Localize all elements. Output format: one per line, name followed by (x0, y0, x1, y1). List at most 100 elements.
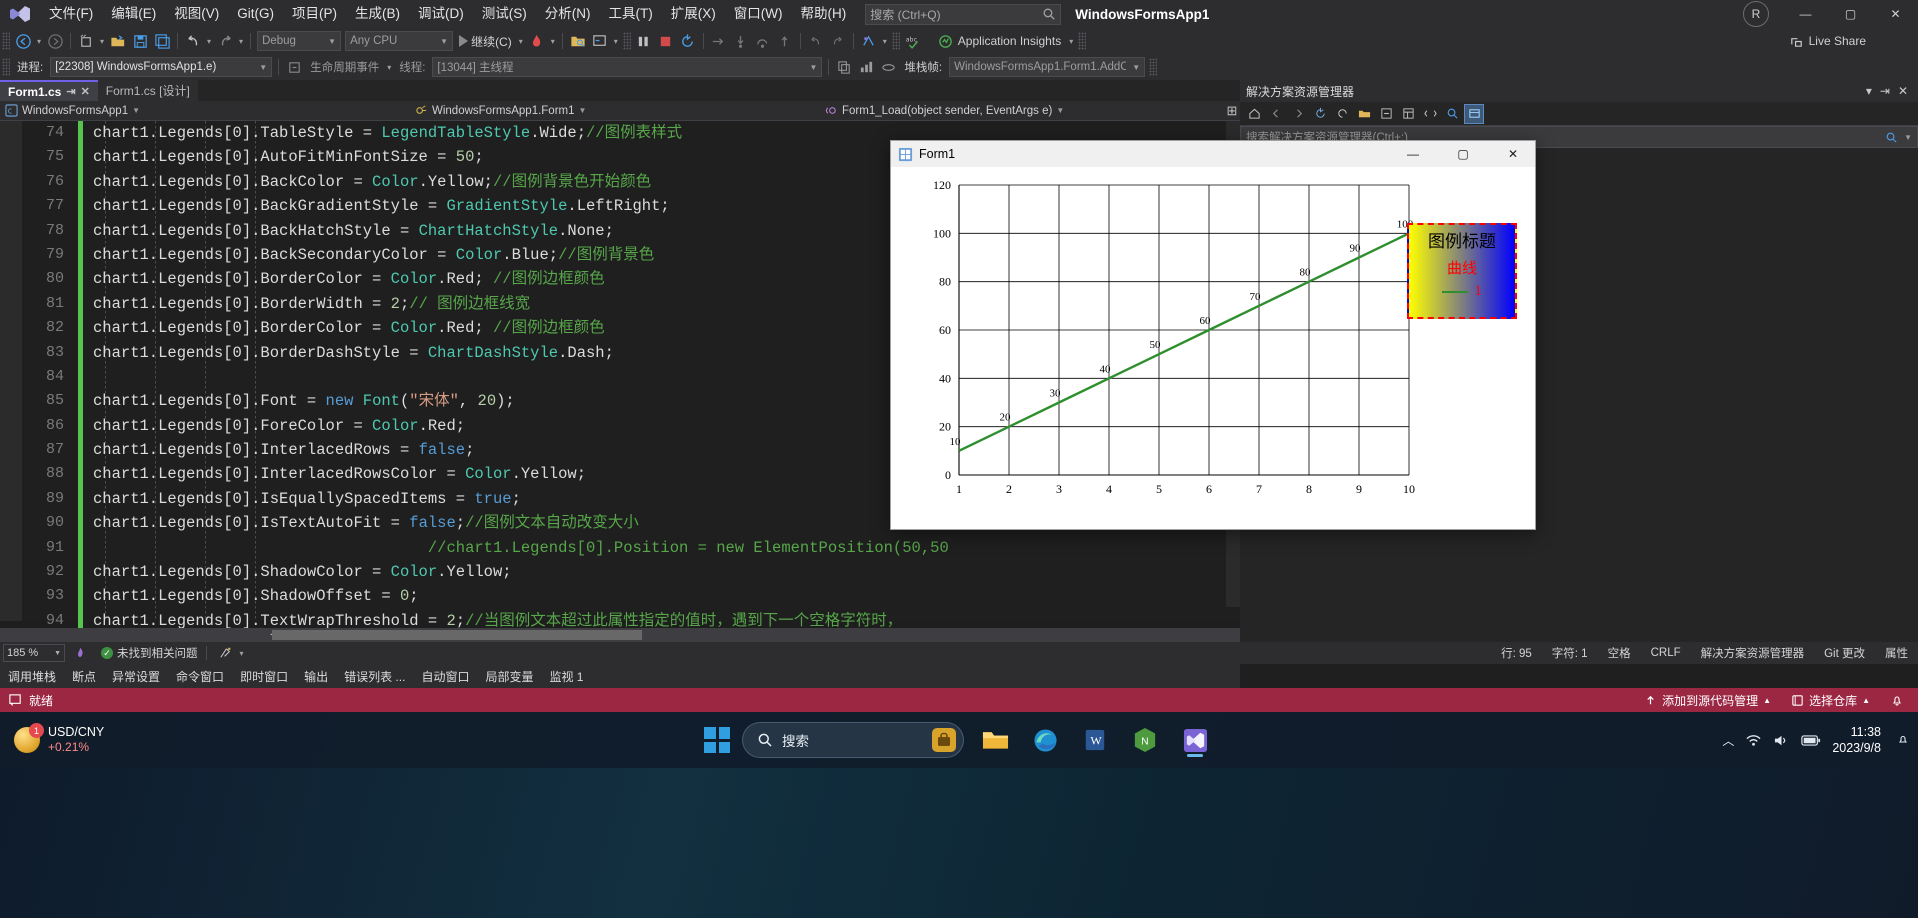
form1-maximize-button[interactable]: ▢ (1441, 141, 1485, 167)
continue-button[interactable]: 继续(C) (455, 30, 516, 52)
nav-member-dropdown[interactable]: Form1_Load(object sender, EventArgs e) ▼ (820, 101, 1224, 121)
toolbar-grip-2[interactable] (622, 32, 631, 50)
code-health-icon[interactable] (69, 642, 91, 664)
wifi-icon[interactable] (1745, 733, 1762, 748)
lifecycle-chevron-down-icon[interactable]: ▾ (384, 63, 394, 72)
menu-view[interactable]: 视图(V) (165, 1, 228, 27)
form1-close-button[interactable]: ✕ (1491, 141, 1535, 167)
start-button-icon[interactable] (704, 727, 730, 753)
hot-reload-dropdown-icon[interactable]: ▾ (548, 37, 558, 46)
solution-configuration-combo[interactable]: Debug ▼ (257, 31, 342, 51)
nav-project-dropdown[interactable]: C WindowsFormsApp1 ▼ (0, 101, 410, 121)
solution-explorer-close-icon[interactable]: ✕ (1894, 84, 1912, 98)
menu-analyze[interactable]: 分析(N) (536, 1, 600, 27)
back-dropdown-icon[interactable]: ▾ (34, 37, 44, 46)
redo-icon[interactable] (214, 30, 236, 52)
show-all-files-icon[interactable] (1354, 104, 1374, 124)
editor-horizontal-scrollbar[interactable]: ◀ (0, 628, 1240, 642)
select-repository-button[interactable]: 选择仓库 ▲ (1781, 692, 1880, 709)
menu-window[interactable]: 窗口(W) (725, 1, 792, 27)
se-bottom-tab-properties[interactable]: 属性 (1875, 645, 1918, 661)
toolbar-grip[interactable] (2, 32, 10, 50)
menu-project[interactable]: 项目(P) (283, 1, 346, 27)
code-line[interactable]: 91 //chart1.Legends[0].Position = new El… (0, 535, 1240, 561)
tool-tab-locals[interactable]: 局部变量 (477, 664, 541, 688)
tray-expand-icon[interactable]: ︿ (1722, 732, 1734, 749)
menu-git[interactable]: Git(G) (228, 1, 283, 27)
break-all-icon[interactable] (633, 30, 655, 52)
navigate-backward-icon[interactable] (12, 30, 34, 52)
menu-test[interactable]: 测试(S) (473, 1, 536, 27)
save-icon[interactable] (129, 30, 151, 52)
undo-dropdown-icon[interactable]: ▾ (204, 37, 214, 46)
code-metrics-icon[interactable] (858, 30, 880, 52)
solution-platform-combo[interactable]: Any CPU ▼ (345, 31, 454, 51)
nav-type-dropdown[interactable]: WindowsFormsApp1.Form1 ▼ (410, 101, 820, 121)
notifications-button[interactable] (1880, 693, 1914, 707)
global-search-input[interactable]: 搜索 (Ctrl+Q) (865, 3, 1062, 25)
forward-icon[interactable] (1288, 104, 1308, 124)
copy-frames-icon[interactable] (833, 56, 855, 78)
close-tab-icon[interactable]: ✕ (81, 85, 90, 98)
form1-window[interactable]: Form1 — ▢ ✕ 0 20 40 60 80 100 120 1 2 3 4 5 6 7 8 9 10 1… (890, 140, 1536, 530)
save-all-icon[interactable] (151, 30, 173, 52)
intellicode-icon[interactable] (215, 642, 237, 664)
tab-form1-cs[interactable]: Form1.cs ⇥ ✕ (0, 80, 98, 101)
search-solution-icon[interactable] (1442, 104, 1462, 124)
menu-help[interactable]: 帮助(H) (791, 1, 855, 27)
new-project-icon[interactable] (75, 30, 97, 52)
code-line[interactable]: 92 chart1.Legends[0].ShadowColor = Color.… (0, 560, 1240, 585)
refresh-icon[interactable] (1332, 104, 1352, 124)
tool-tab-breakpoints[interactable]: 断点 (64, 664, 104, 688)
tool-tab-call-stack[interactable]: 调用堆栈 (0, 664, 64, 688)
layout-window-icon[interactable] (589, 30, 611, 52)
maximize-button[interactable]: ▢ (1828, 0, 1873, 28)
tool-tab-output[interactable]: 输出 (296, 664, 336, 688)
tool-tab-error-list[interactable]: 错误列表 ... (336, 664, 413, 688)
code-line[interactable]: 93 chart1.Legends[0].ShadowOffset = 0; (0, 584, 1240, 609)
form1-minimize-button[interactable]: — (1391, 141, 1435, 167)
home-icon[interactable] (1244, 104, 1264, 124)
pin-tab-icon[interactable]: ⇥ (66, 85, 75, 98)
split-editor-icon[interactable]: ⊞ (1224, 103, 1240, 119)
process-combo[interactable]: [22308] WindowsFormsApp1.e) ▼ (50, 57, 273, 77)
step-over-icon[interactable] (752, 30, 774, 52)
zoom-level-combo[interactable]: 185 % ▼ (3, 644, 65, 662)
lifecycle-events-icon[interactable] (283, 56, 305, 78)
toolbar-grip-4[interactable] (1078, 32, 1087, 50)
tool-tab-command-window[interactable]: 命令窗口 (168, 664, 232, 688)
stop-debugging-icon[interactable] (655, 30, 677, 52)
preview-selected-items-icon[interactable] (1420, 104, 1440, 124)
intellicode-chevron-down-icon[interactable]: ▾ (237, 649, 247, 658)
menu-debug[interactable]: 调试(D) (409, 1, 473, 27)
collapse-all-icon[interactable] (1376, 104, 1396, 124)
continue-dropdown-icon[interactable]: ▾ (516, 37, 526, 46)
solution-search-chevron-down-icon[interactable]: ▼ (1904, 133, 1912, 142)
menu-build[interactable]: 生成(B) (346, 1, 409, 27)
properties-window-icon[interactable] (1398, 104, 1418, 124)
taskbar-edge-icon[interactable] (1026, 721, 1064, 759)
application-insights-button[interactable]: Application Insights ▾ (938, 34, 1076, 49)
form1-title-bar[interactable]: Form1 — ▢ ✕ (891, 141, 1535, 167)
show-next-statement-icon[interactable] (708, 30, 730, 52)
tool-tab-immediate-window[interactable]: 即时窗口 (232, 664, 296, 688)
redo-dropdown-icon[interactable]: ▾ (236, 37, 246, 46)
redo-2-icon[interactable] (827, 30, 849, 52)
stack-frame-icon[interactable] (877, 56, 899, 78)
copilot-icon[interactable] (931, 727, 957, 753)
tool-tab-autos[interactable]: 自动窗口 (413, 664, 477, 688)
hot-reload-icon[interactable] (526, 30, 548, 52)
debug-toolbar-grip-2[interactable] (1149, 58, 1158, 76)
parallel-stacks-icon[interactable] (855, 56, 877, 78)
step-out-icon[interactable] (774, 30, 796, 52)
horizontal-scroll-thumb[interactable] (272, 630, 642, 640)
menu-edit[interactable]: 编辑(E) (102, 1, 165, 27)
notification-center-icon[interactable] (1896, 733, 1910, 747)
taskbar-word-icon[interactable]: W (1076, 721, 1114, 759)
account-avatar[interactable]: R (1743, 1, 1769, 27)
tool-tab-watch-1[interactable]: 监视 1 (541, 664, 591, 688)
volume-icon[interactable] (1773, 733, 1790, 748)
open-file-icon[interactable] (107, 30, 129, 52)
menu-extensions[interactable]: 扩展(X) (662, 1, 725, 27)
toolbar-grip-3[interactable] (891, 32, 900, 50)
